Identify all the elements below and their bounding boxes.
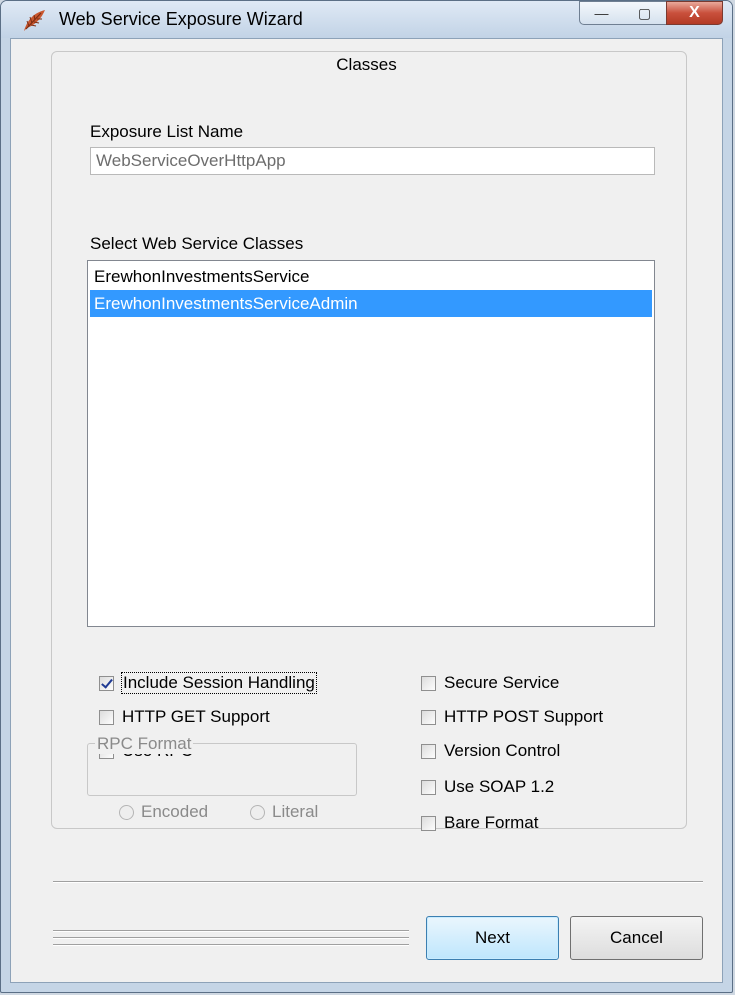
radio-icon [250, 804, 265, 820]
next-button[interactable]: Next [426, 916, 559, 960]
select-classes-label: Select Web Service Classes [90, 234, 304, 253]
http-get-support-label: HTTP GET Support [122, 707, 270, 726]
include-session-handling-checkbox[interactable]: Include Session Handling [99, 672, 317, 694]
use-soap-12-checkbox[interactable]: Use SOAP 1.2 [421, 777, 554, 797]
minimize-icon: — [594, 5, 609, 21]
http-post-support-label: HTTP POST Support [444, 707, 604, 726]
checkbox-icon [421, 709, 436, 725]
maximize-icon: ▢ [637, 4, 652, 21]
cancel-button[interactable]: Cancel [570, 916, 703, 960]
encoded-radio[interactable]: Encoded [119, 802, 208, 822]
literal-label: Literal [272, 802, 319, 821]
section-title: Classes [336, 55, 397, 74]
window-title: Web Service Exposure Wizard [59, 9, 303, 29]
secure-service-checkbox[interactable]: Secure Service [421, 673, 559, 693]
close-button[interactable]: X [666, 1, 723, 25]
checkbox-icon [421, 779, 436, 795]
checkbox-icon [99, 709, 114, 725]
list-item-erewhon-investments-service-admin[interactable]: ErewhonInvestmentsServiceAdmin [90, 290, 652, 317]
close-icon: X [689, 4, 700, 21]
version-control-label: Version Control [444, 741, 561, 760]
checkbox-icon [421, 815, 436, 831]
grip-line-1 [53, 930, 409, 932]
list-item-erewhon-investments-service[interactable]: ErewhonInvestmentsService [90, 263, 652, 290]
web-service-classes-list[interactable]: ErewhonInvestmentsService ErewhonInvestm… [87, 260, 655, 627]
radio-icon [119, 804, 134, 820]
bare-format-checkbox[interactable]: Bare Format [421, 813, 538, 833]
secure-service-label: Secure Service [444, 673, 560, 692]
literal-radio[interactable]: Literal [250, 802, 318, 822]
checkbox-checked-icon [99, 675, 114, 691]
use-soap-12-label: Use SOAP 1.2 [444, 777, 555, 796]
version-control-checkbox[interactable]: Version Control [421, 741, 560, 761]
wizard-window: Web Service Exposure Wizard — ▢ X Classe… [0, 0, 733, 993]
bare-format-label: Bare Format [444, 813, 539, 832]
title-bar[interactable]: Web Service Exposure Wizard — ▢ X [1, 1, 732, 38]
grip-line-2 [53, 937, 409, 939]
checkbox-icon [421, 675, 436, 691]
rpc-format-legend: RPC Format [95, 734, 194, 754]
http-get-support-checkbox[interactable]: HTTP GET Support [99, 707, 270, 727]
grip-line-3 [53, 944, 409, 946]
checkbox-icon [421, 743, 436, 759]
include-session-handling-label: Include Session Handling [121, 672, 317, 694]
minimize-button[interactable]: — [579, 1, 624, 25]
exposure-list-label: Exposure List Name [90, 122, 244, 141]
maximize-button[interactable]: ▢ [623, 1, 667, 25]
button-area-separator [53, 881, 703, 883]
exposure-list-name-field[interactable]: WebServiceOverHttpApp [90, 147, 655, 175]
http-post-support-checkbox[interactable]: HTTP POST Support [421, 707, 603, 727]
app-leaf-icon [24, 10, 45, 31]
encoded-label: Encoded [141, 802, 209, 821]
